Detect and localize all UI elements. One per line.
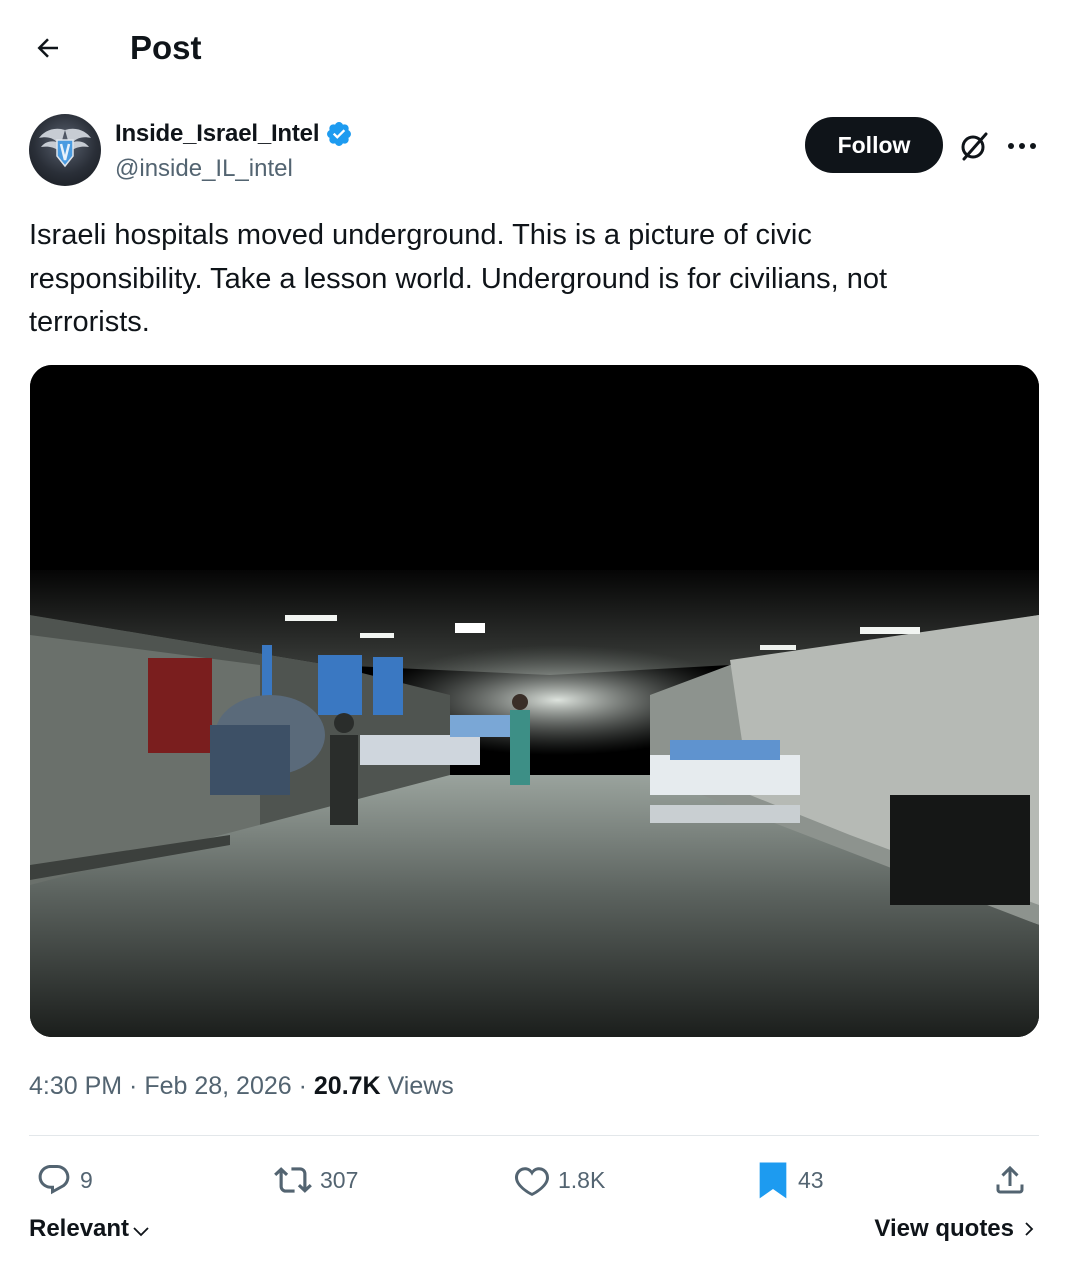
follow-button[interactable]: Follow [805,117,943,173]
reply-count: 9 [80,1166,93,1193]
avatar[interactable] [29,114,101,186]
divider [29,1135,1039,1136]
like-button[interactable]: 1.8K [514,1155,605,1205]
views-count: 20.7K [313,1072,381,1100]
bookmark-button[interactable]: 43 [756,1155,824,1205]
share-icon [996,1165,1024,1194]
more-options-icon[interactable] [1004,128,1040,164]
chevron-right-icon [1025,1222,1034,1236]
display-name[interactable]: Inside_Israel_Intel [115,120,320,148]
reply-icon [38,1165,70,1195]
sort-dropdown[interactable]: Relevant [29,1215,151,1243]
post-meta: 4:30 PM · Feb 28, 2026 · 20.7K Views [29,1072,454,1100]
share-button[interactable] [992,1155,1028,1205]
grok-icon[interactable] [956,128,992,164]
repost-icon [274,1167,312,1193]
reply-button[interactable]: 9 [36,1155,93,1205]
like-count: 1.8K [558,1166,606,1193]
arrow-left-icon [37,38,58,58]
back-button[interactable] [28,28,68,68]
post-date[interactable]: Feb 28, 2026 [144,1072,291,1100]
winged-shield-logo [39,128,91,168]
repost-count: 307 [320,1166,359,1193]
view-quotes-label: View quotes [874,1215,1014,1242]
top-bar: Post [0,0,1068,96]
post-time[interactable]: 4:30 PM [29,1072,122,1100]
repost-button[interactable]: 307 [274,1155,358,1205]
display-name-row: Inside_Israel_Intel [115,117,353,151]
replies-bar: Relevant View quotes [0,1215,1068,1257]
post-text: Israeli hospitals moved underground. Thi… [29,219,888,338]
verified-badge-icon [327,122,352,146]
author-handle[interactable]: @inside_IL_intel [115,155,293,183]
page-title: Post [130,29,202,66]
sort-label: Relevant [29,1215,130,1242]
bookmark-count: 43 [798,1166,824,1193]
post-photo[interactable] [30,365,1039,1037]
bookmark-filled-icon [759,1162,787,1199]
action-bar: 9 307 1.8K 43 [0,1155,1068,1205]
heart-icon [515,1167,549,1197]
chevron-down-icon [133,1227,149,1237]
views-label: Views [387,1072,454,1100]
view-quotes-link[interactable]: View quotes [874,1215,1038,1243]
photo-underground-hospital [30,365,1039,1037]
